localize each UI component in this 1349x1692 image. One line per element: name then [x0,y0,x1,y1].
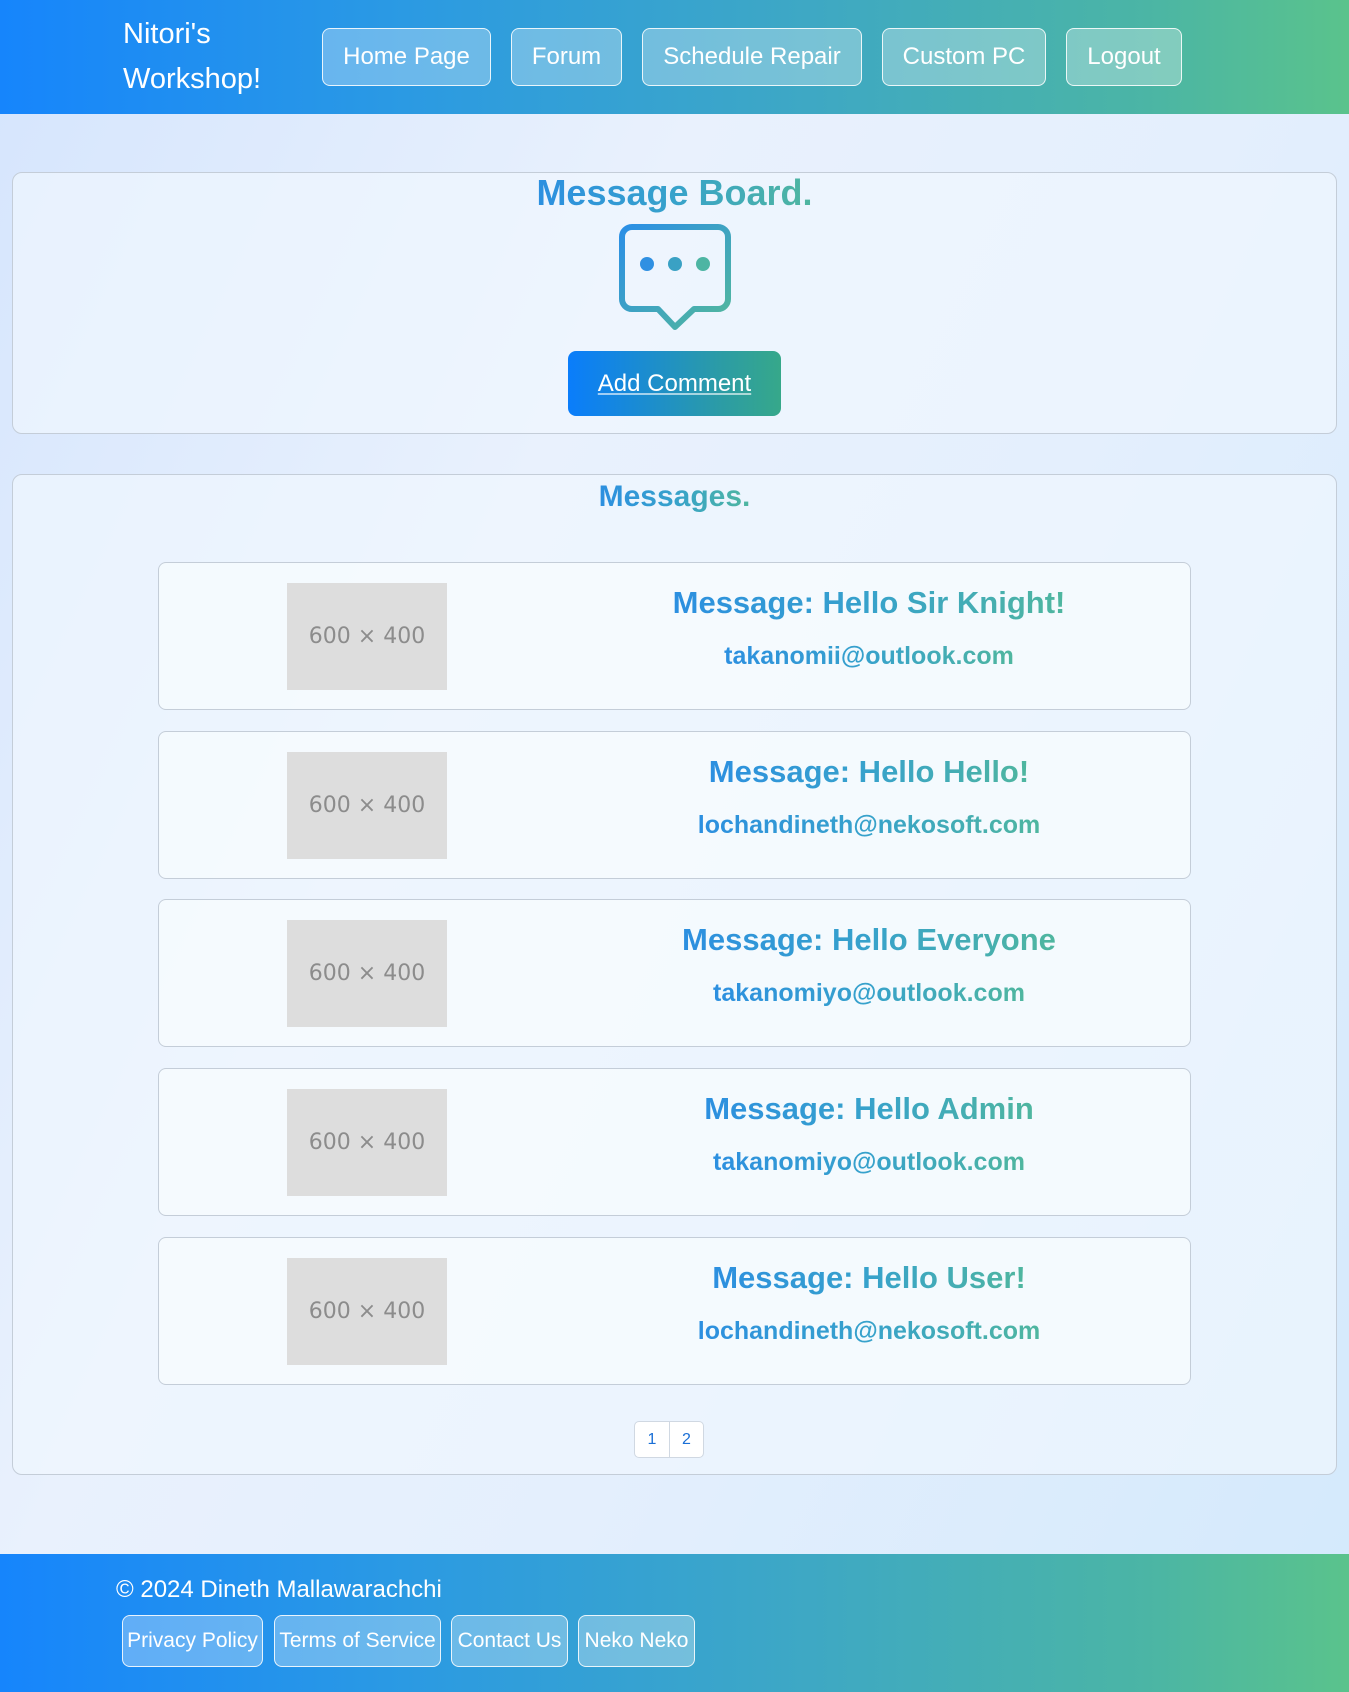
message-email: lochandineth@nekosoft.com [697,811,1041,839]
message-title: Message: Hello Hello! [709,752,1029,792]
privacy-policy-link[interactable]: Privacy Policy [122,1615,263,1667]
message-info: Message: Hello Everyone takanomiyo@outlo… [629,900,1109,1008]
site-brand[interactable]: Nitori's Workshop! [123,12,293,102]
message-email: takanomii@outlook.com [724,642,1014,670]
message-email: takanomiyo@outlook.com [713,979,1025,1007]
message-image-placeholder: 600 × 400 [287,920,447,1027]
message-card[interactable]: 600 × 400 Message: Hello Hello! lochandi… [158,731,1191,879]
site-header: Nitori's Workshop! Home Page Forum Sched… [0,0,1349,114]
message-card[interactable]: 600 × 400 Message: Hello Admin takanomiy… [158,1068,1191,1216]
page-link-2[interactable]: 2 [669,1422,703,1457]
message-info: Message: Hello Sir Knight! takanomii@out… [629,563,1109,671]
message-title: Message: Hello User! [712,1258,1026,1298]
message-email: lochandineth@nekosoft.com [697,1317,1041,1345]
board-title-wrap: Message Board. [0,172,1349,214]
add-comment-label: Add Comment [597,370,752,397]
nav-forum-button[interactable]: Forum [511,28,622,86]
messages-title-wrap: Messages. [0,480,1349,514]
messages-title: Messages. [598,480,751,513]
message-card[interactable]: 600 × 400 Message: Hello User! lochandin… [158,1237,1191,1385]
add-comment-button[interactable]: Add Comment [568,351,781,416]
message-image-placeholder: 600 × 400 [287,1089,447,1196]
page-title: Message Board. [536,172,813,213]
message-info: Message: Hello User! lochandineth@nekoso… [629,1238,1109,1346]
copyright-text: © 2024 Dineth Mallawarachchi [116,1576,442,1603]
message-card[interactable]: 600 × 400 Message: Hello Sir Knight! tak… [158,562,1191,710]
message-title: Message: Hello Admin [704,1089,1034,1129]
message-image-placeholder: 600 × 400 [287,583,447,690]
site-footer: © 2024 Dineth Mallawarachchi Privacy Pol… [0,1554,1349,1692]
nav-custom-pc-button[interactable]: Custom PC [882,28,1046,86]
message-title: Message: Hello Everyone [682,920,1056,960]
neko-neko-link[interactable]: Neko Neko [578,1615,695,1667]
nav-logout-button[interactable]: Logout [1066,28,1182,86]
message-card[interactable]: 600 × 400 Message: Hello Everyone takano… [158,899,1191,1047]
terms-of-service-link[interactable]: Terms of Service [274,1615,441,1667]
page-link-1[interactable]: 1 [635,1422,669,1457]
message-image-placeholder: 600 × 400 [287,752,447,859]
nav-schedule-repair-button[interactable]: Schedule Repair [642,28,862,86]
chat-bubble-icon [619,224,731,330]
message-email: takanomiyo@outlook.com [713,1148,1025,1176]
pagination: 1 2 [634,1421,704,1458]
message-title: Message: Hello Sir Knight! [673,583,1066,623]
message-info: Message: Hello Hello! lochandineth@nekos… [629,732,1109,840]
nav-home-button[interactable]: Home Page [322,28,491,86]
message-info: Message: Hello Admin takanomiyo@outlook.… [629,1069,1109,1177]
contact-us-link[interactable]: Contact Us [451,1615,568,1667]
message-image-placeholder: 600 × 400 [287,1258,447,1365]
